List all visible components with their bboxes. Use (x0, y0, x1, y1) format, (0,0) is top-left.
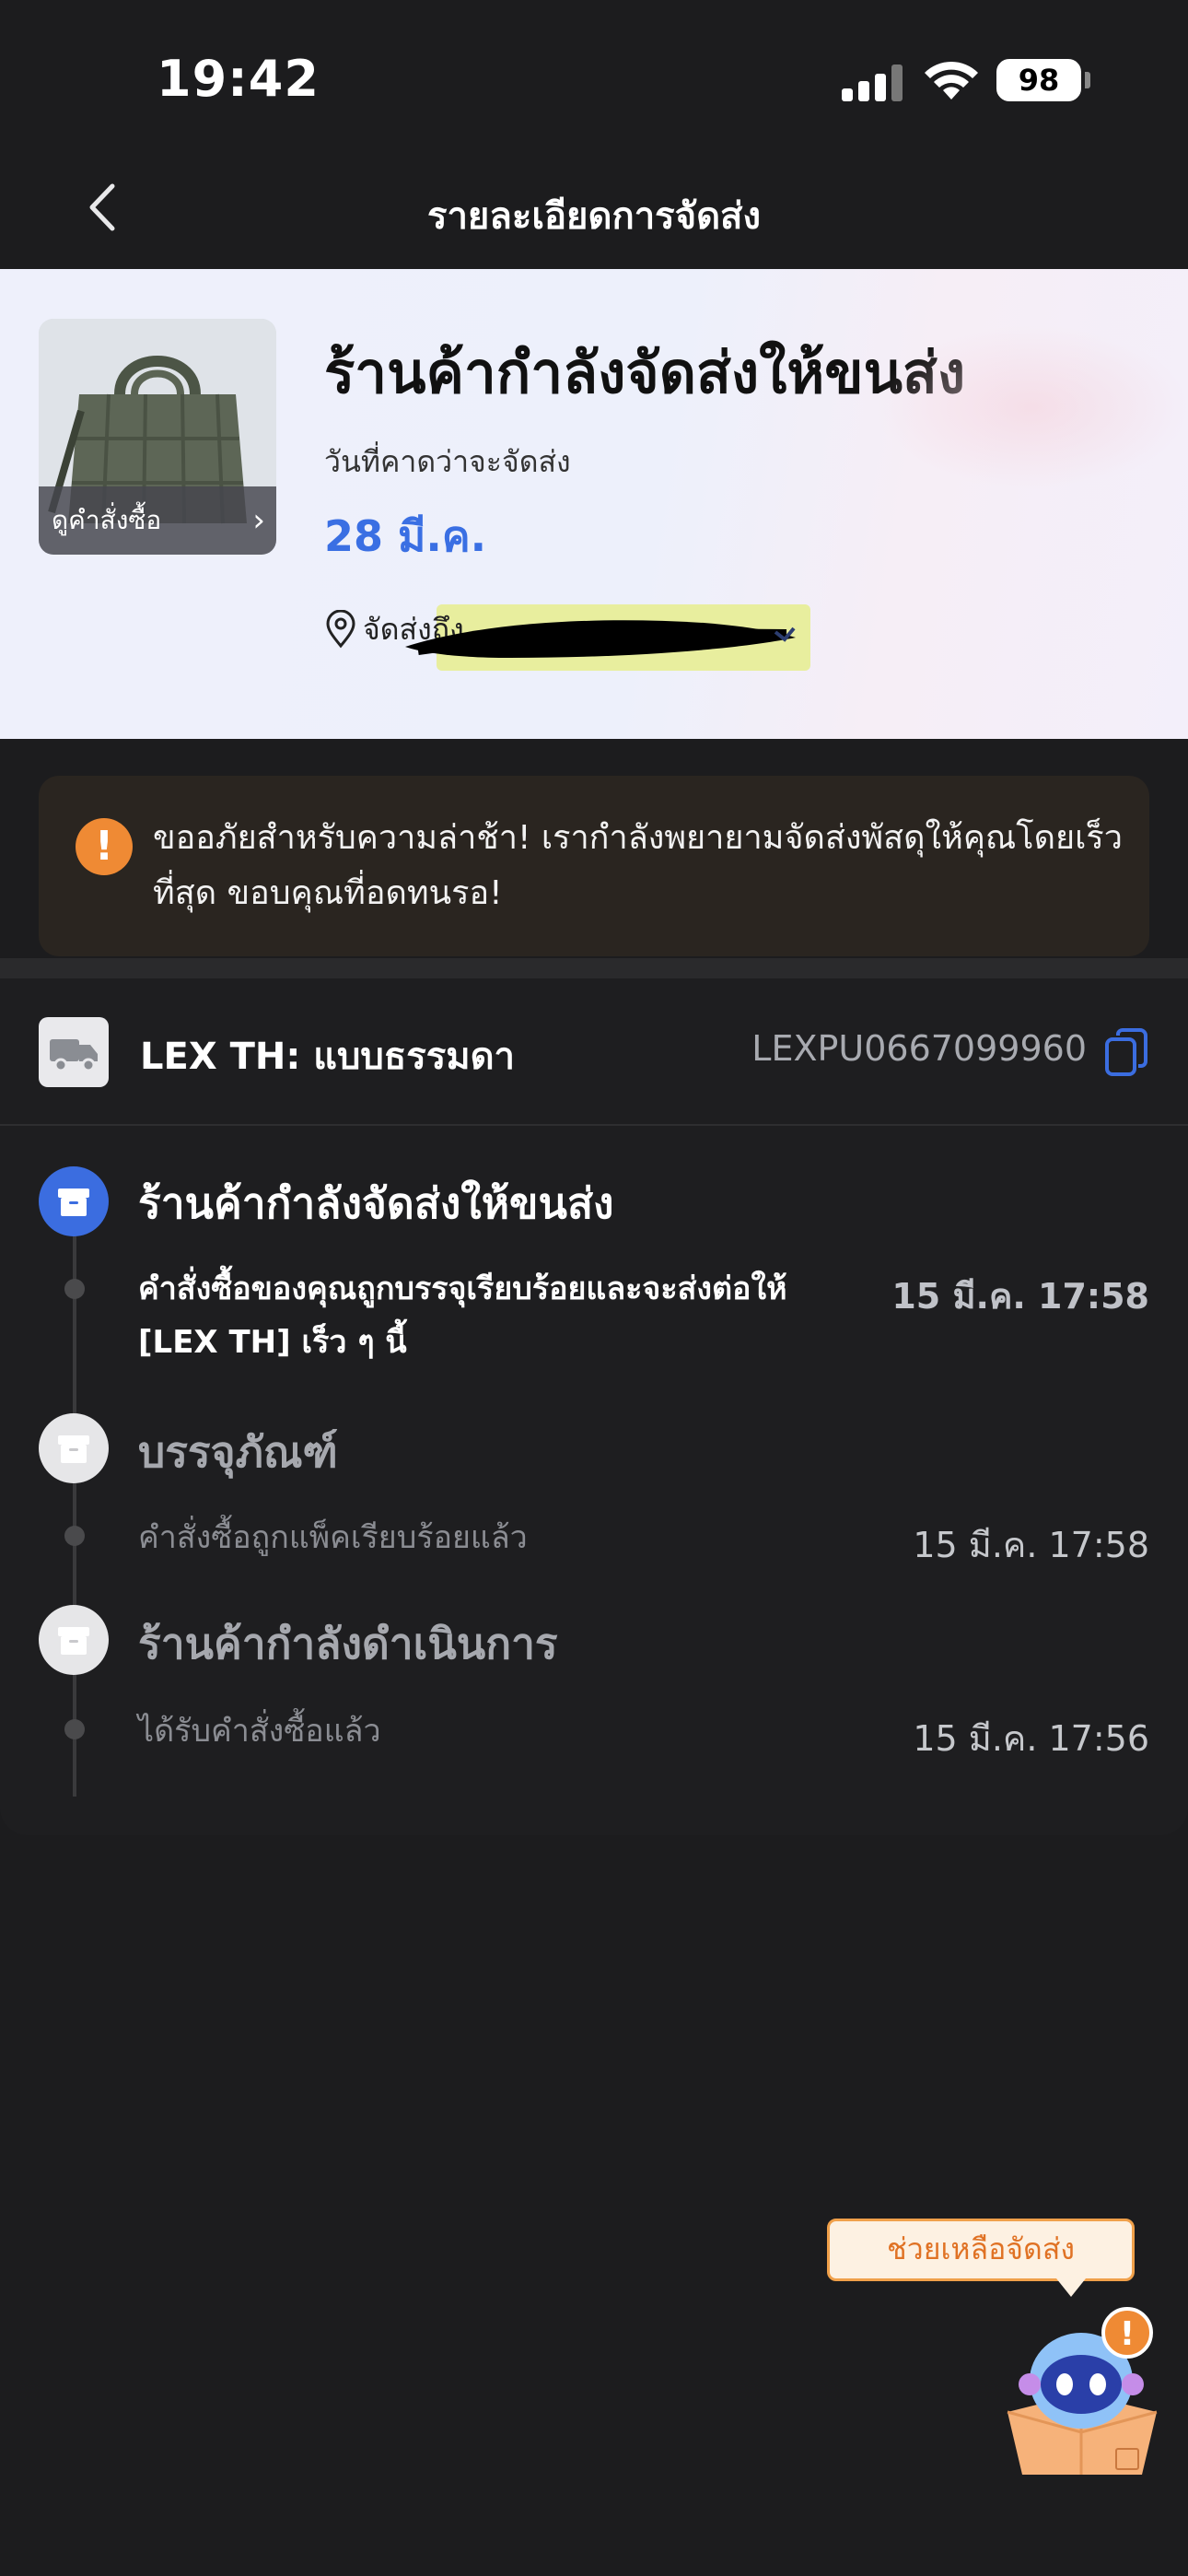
page-title: รายละเอียดการจัดส่ง (426, 195, 761, 238)
view-order-label: ดูคำสั่งซื้อ (52, 505, 162, 535)
cellular-signal-icon (842, 64, 903, 101)
delay-alert: ! ขออภัยสำหรับความล่าช้า! เรากำลังพยายาม… (39, 776, 1149, 956)
timeline-step-icon (39, 1413, 109, 1483)
timeline-step-icon (39, 1605, 109, 1675)
product-thumbnail[interactable]: ดูคำสั่งซื้อ › (39, 319, 276, 555)
section-divider (0, 958, 1188, 978)
help-badge: ! (1120, 2315, 1135, 2353)
copy-icon[interactable] (1103, 1026, 1149, 1078)
package-box-icon (58, 1435, 89, 1463)
timeline-dot (64, 1279, 85, 1299)
eta-date: 28 มี.ค. (324, 511, 487, 561)
timeline-step-title: ร้านค้ากำลังจัดส่งให้ขนส่ง (138, 1178, 614, 1228)
timeline-step-title: บรรจุภัณฑ์ (138, 1427, 338, 1477)
timeline-step-description: คำสั่งซื้อถูกแพ็คเรียบร้อยแล้ว (138, 1519, 528, 1556)
help-robot-mascot-icon[interactable]: ! (1004, 2303, 1160, 2478)
alert-message: ขออภัยสำหรับความล่าช้า! เรากำลังพยายามจั… (153, 819, 1123, 912)
timeline-step-time: 15 มี.ค. 17:58 (891, 1276, 1149, 1317)
status-time: 19:42 (157, 50, 320, 108)
timeline-line (73, 1225, 76, 1797)
package-box-icon (58, 1627, 89, 1655)
tracking-number: LEXPU0667099960 (751, 1028, 1087, 1069)
delivery-help-bubble[interactable]: ช่วยเหลือจัดส่ง (827, 2219, 1135, 2297)
nav-bar: รายละเอียดการจัดส่ง (0, 147, 1188, 269)
status-bar: 19:42 98 (0, 0, 1188, 147)
timeline-dot (64, 1526, 85, 1546)
location-pin-icon (326, 610, 355, 649)
eta-label: วันที่คาดว่าจะจัดส่ง (324, 444, 571, 479)
timeline-step-icon-active (39, 1166, 109, 1236)
battery-tip (1085, 72, 1090, 88)
wifi-icon (925, 61, 978, 100)
chevron-right-icon: › (252, 502, 265, 539)
redaction-scribble (405, 620, 796, 658)
warning-icon: ! (76, 818, 133, 875)
timeline-step-description: คำสั่งซื้อของคุณถูกบรรจุเรียบร้อยและจะส่… (138, 1270, 787, 1361)
package-box-icon (58, 1188, 89, 1216)
timeline-step-time: 15 มี.ค. 17:58 (913, 1525, 1149, 1565)
view-order-link[interactable]: ดูคำสั่งซื้อ › (39, 486, 276, 555)
carrier-name: LEX TH: แบบธรรมดา (140, 1036, 516, 1078)
battery-icon: 98 (996, 59, 1081, 101)
shipment-header: ดูคำสั่งซื้อ › ร้านค้ากำลังจัดส่งให้ขนส่… (0, 269, 1188, 739)
timeline-step-time: 15 มี.ค. 17:56 (913, 1718, 1149, 1759)
timeline-step-title: ร้านค้ากำลังดำเนินการ (138, 1619, 558, 1669)
carrier-row: LEX TH: แบบธรรมดา LEXPU0667099960 (0, 978, 1188, 1126)
delivery-truck-icon (39, 1017, 109, 1087)
shipment-status-title: ร้านค้ากำลังจัดส่งให้ขนส่ง (324, 339, 966, 406)
timeline-step-description: ได้รับคำสั่งซื้อแล้ว (138, 1713, 381, 1750)
timeline-dot (64, 1719, 85, 1739)
